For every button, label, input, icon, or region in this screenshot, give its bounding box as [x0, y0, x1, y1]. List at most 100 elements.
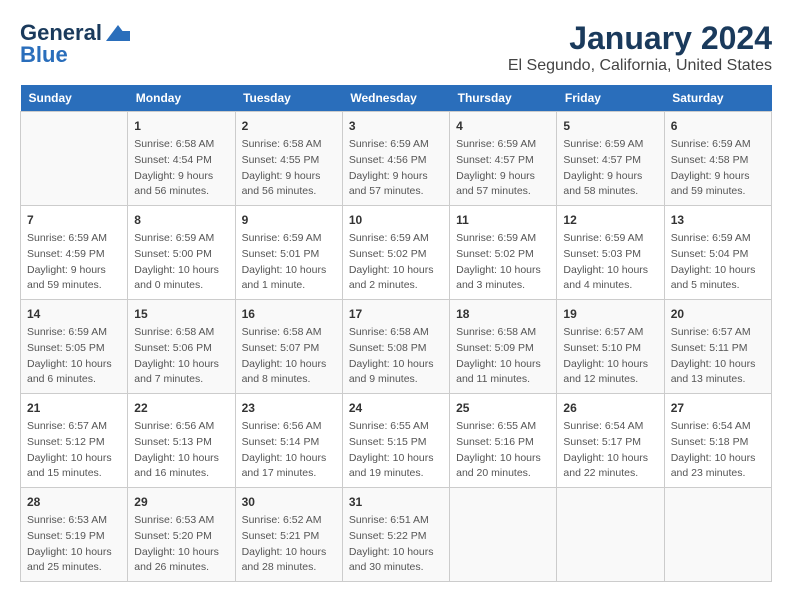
day-header-monday: Monday: [128, 85, 235, 112]
day-info: Sunrise: 6:57 AM Sunset: 5:11 PM Dayligh…: [671, 325, 765, 388]
day-number: 5: [563, 117, 657, 135]
day-info: Sunrise: 6:51 AM Sunset: 5:22 PM Dayligh…: [349, 513, 443, 576]
page-header: General Blue January 2024 El Segundo, Ca…: [20, 20, 772, 75]
main-title: January 2024: [508, 20, 772, 57]
day-number: 24: [349, 399, 443, 417]
day-header-thursday: Thursday: [450, 85, 557, 112]
day-number: 19: [563, 305, 657, 323]
day-header-saturday: Saturday: [664, 85, 771, 112]
day-number: 8: [134, 211, 228, 229]
day-number: 6: [671, 117, 765, 135]
day-info: Sunrise: 6:58 AM Sunset: 5:08 PM Dayligh…: [349, 325, 443, 388]
calendar-week-row: 28 Sunrise: 6:53 AM Sunset: 5:19 PM Dayli…: [21, 488, 772, 582]
calendar-cell: 14Sunrise: 6:59 AM Sunset: 5:05 PM Dayli…: [21, 300, 128, 394]
calendar-week-row: 21 Sunrise: 6:57 AM Sunset: 5:12 PM Dayli…: [21, 394, 772, 488]
day-info: Sunrise: 6:59 AM Sunset: 4:57 PM Dayligh…: [456, 137, 550, 200]
day-info: Sunrise: 6:52 AM Sunset: 5:21 PM Dayligh…: [242, 513, 336, 576]
day-number: 2: [242, 117, 336, 135]
day-number: 17: [349, 305, 443, 323]
day-header-friday: Friday: [557, 85, 664, 112]
day-info: Sunrise: 6:58 AM Sunset: 4:54 PM Dayligh…: [134, 137, 228, 200]
day-info: Sunrise: 6:59 AM Sunset: 5:00 PM Dayligh…: [134, 231, 228, 294]
day-info: Sunrise: 6:59 AM Sunset: 5:04 PM Dayligh…: [671, 231, 765, 294]
day-info: Sunrise: 6:59 AM Sunset: 4:56 PM Dayligh…: [349, 137, 443, 200]
calendar-cell: 16 Sunrise: 6:58 AM Sunset: 5:07 PM Dayli…: [235, 300, 342, 394]
calendar-cell: 8 Sunrise: 6:59 AM Sunset: 5:00 PM Daylig…: [128, 206, 235, 300]
calendar-cell: [557, 488, 664, 582]
calendar-cell: 22Sunrise: 6:56 AM Sunset: 5:13 PM Dayli…: [128, 394, 235, 488]
day-number: 9: [242, 211, 336, 229]
calendar-cell: 17 Sunrise: 6:58 AM Sunset: 5:08 PM Dayli…: [342, 300, 449, 394]
day-info: Sunrise: 6:59 AM Sunset: 4:58 PM Dayligh…: [671, 137, 765, 200]
calendar-cell: 24 Sunrise: 6:55 AM Sunset: 5:15 PM Dayli…: [342, 394, 449, 488]
calendar-cell: 13Sunrise: 6:59 AM Sunset: 5:04 PM Dayli…: [664, 206, 771, 300]
calendar-cell: 20 Sunrise: 6:57 AM Sunset: 5:11 PM Dayli…: [664, 300, 771, 394]
calendar-cell: 25 Sunrise: 6:55 AM Sunset: 5:16 PM Dayli…: [450, 394, 557, 488]
calendar-cell: 3 Sunrise: 6:59 AM Sunset: 4:56 PM Daylig…: [342, 112, 449, 206]
sub-title: El Segundo, California, United States: [508, 57, 772, 75]
calendar-cell: 23 Sunrise: 6:56 AM Sunset: 5:14 PM Dayli…: [235, 394, 342, 488]
day-number: 7: [27, 211, 121, 229]
calendar-cell: 10 Sunrise: 6:59 AM Sunset: 5:02 PM Dayli…: [342, 206, 449, 300]
day-header-tuesday: Tuesday: [235, 85, 342, 112]
day-info: Sunrise: 6:58 AM Sunset: 5:09 PM Dayligh…: [456, 325, 550, 388]
day-info: Sunrise: 6:58 AM Sunset: 4:55 PM Dayligh…: [242, 137, 336, 200]
day-info: Sunrise: 6:53 AM Sunset: 5:20 PM Dayligh…: [134, 513, 228, 576]
day-number: 26: [563, 399, 657, 417]
calendar-cell: 5 Sunrise: 6:59 AM Sunset: 4:57 PM Daylig…: [557, 112, 664, 206]
calendar-cell: 1 Sunrise: 6:58 AM Sunset: 4:54 PM Daylig…: [128, 112, 235, 206]
calendar-week-row: 14Sunrise: 6:59 AM Sunset: 5:05 PM Dayli…: [21, 300, 772, 394]
day-number: 3: [349, 117, 443, 135]
calendar-cell: 29 Sunrise: 6:53 AM Sunset: 5:20 PM Dayli…: [128, 488, 235, 582]
day-info: Sunrise: 6:54 AM Sunset: 5:18 PM Dayligh…: [671, 419, 765, 482]
day-number: 29: [134, 493, 228, 511]
calendar-cell: 6 Sunrise: 6:59 AM Sunset: 4:58 PM Daylig…: [664, 112, 771, 206]
calendar-table: SundayMondayTuesdayWednesdayThursdayFrid…: [20, 85, 772, 582]
day-number: 11: [456, 211, 550, 229]
day-info: Sunrise: 6:55 AM Sunset: 5:15 PM Dayligh…: [349, 419, 443, 482]
day-info: Sunrise: 6:59 AM Sunset: 5:05 PM Dayligh…: [27, 325, 121, 388]
day-number: 30: [242, 493, 336, 511]
calendar-cell: 21 Sunrise: 6:57 AM Sunset: 5:12 PM Dayli…: [21, 394, 128, 488]
calendar-week-row: 7 Sunrise: 6:59 AM Sunset: 4:59 PM Daylig…: [21, 206, 772, 300]
calendar-cell: 15Sunrise: 6:58 AM Sunset: 5:06 PM Dayli…: [128, 300, 235, 394]
logo-icon: [104, 23, 132, 43]
calendar-cell: [450, 488, 557, 582]
calendar-cell: 4 Sunrise: 6:59 AM Sunset: 4:57 PM Daylig…: [450, 112, 557, 206]
calendar-cell: 27 Sunrise: 6:54 AM Sunset: 5:18 PM Dayli…: [664, 394, 771, 488]
day-number: 4: [456, 117, 550, 135]
day-info: Sunrise: 6:54 AM Sunset: 5:17 PM Dayligh…: [563, 419, 657, 482]
day-number: 28: [27, 493, 121, 511]
day-number: 22: [134, 399, 228, 417]
day-number: 20: [671, 305, 765, 323]
day-info: Sunrise: 6:59 AM Sunset: 5:03 PM Dayligh…: [563, 231, 657, 294]
day-info: Sunrise: 6:56 AM Sunset: 5:14 PM Dayligh…: [242, 419, 336, 482]
day-info: Sunrise: 6:53 AM Sunset: 5:19 PM Dayligh…: [27, 513, 121, 576]
calendar-cell: 26 Sunrise: 6:54 AM Sunset: 5:17 PM Dayli…: [557, 394, 664, 488]
day-info: Sunrise: 6:57 AM Sunset: 5:12 PM Dayligh…: [27, 419, 121, 482]
day-number: 18: [456, 305, 550, 323]
day-number: 16: [242, 305, 336, 323]
day-info: Sunrise: 6:57 AM Sunset: 5:10 PM Dayligh…: [563, 325, 657, 388]
title-area: January 2024 El Segundo, California, Uni…: [508, 20, 772, 75]
calendar-cell: 11 Sunrise: 6:59 AM Sunset: 5:02 PM Dayli…: [450, 206, 557, 300]
day-number: 10: [349, 211, 443, 229]
day-info: Sunrise: 6:59 AM Sunset: 5:02 PM Dayligh…: [456, 231, 550, 294]
day-number: 15: [134, 305, 228, 323]
logo: General Blue: [20, 20, 132, 68]
day-info: Sunrise: 6:59 AM Sunset: 4:57 PM Dayligh…: [563, 137, 657, 200]
calendar-cell: 7 Sunrise: 6:59 AM Sunset: 4:59 PM Daylig…: [21, 206, 128, 300]
day-header-sunday: Sunday: [21, 85, 128, 112]
day-number: 1: [134, 117, 228, 135]
day-info: Sunrise: 6:55 AM Sunset: 5:16 PM Dayligh…: [456, 419, 550, 482]
day-number: 25: [456, 399, 550, 417]
day-info: Sunrise: 6:58 AM Sunset: 5:07 PM Dayligh…: [242, 325, 336, 388]
day-number: 31: [349, 493, 443, 511]
day-info: Sunrise: 6:59 AM Sunset: 5:01 PM Dayligh…: [242, 231, 336, 294]
calendar-cell: 31 Sunrise: 6:51 AM Sunset: 5:22 PM Dayli…: [342, 488, 449, 582]
day-number: 21: [27, 399, 121, 417]
day-info: Sunrise: 6:59 AM Sunset: 4:59 PM Dayligh…: [27, 231, 121, 294]
day-info: Sunrise: 6:59 AM Sunset: 5:02 PM Dayligh…: [349, 231, 443, 294]
day-number: 27: [671, 399, 765, 417]
day-number: 23: [242, 399, 336, 417]
